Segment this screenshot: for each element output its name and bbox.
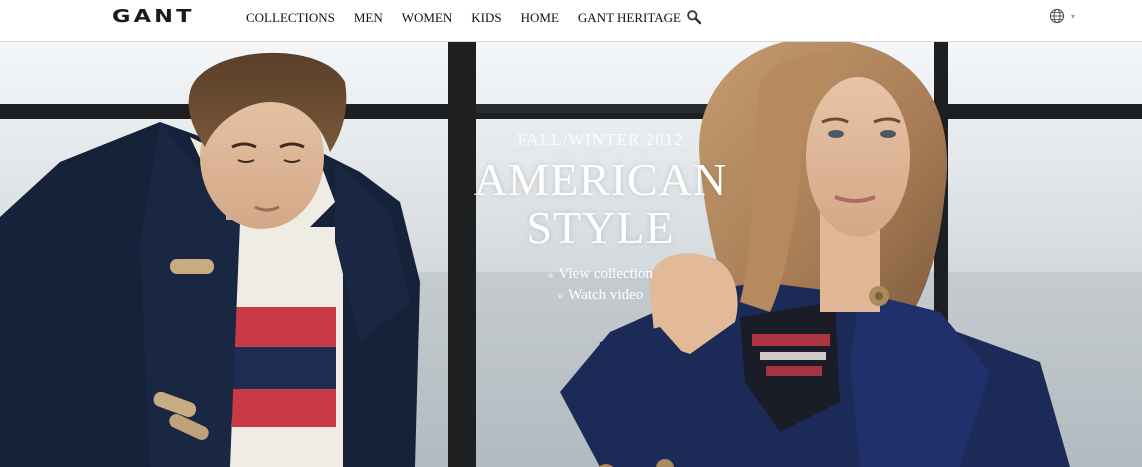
hero-links: » View collection » Watch video — [443, 264, 758, 306]
view-collection-label: View collection — [558, 266, 653, 282]
main-nav: COLLECTIONS MEN WOMEN KIDS HOME GANT HER… — [246, 10, 700, 26]
nav-home[interactable]: HOME — [521, 10, 559, 26]
chevron-right-double-icon: » — [548, 269, 554, 281]
top-header: GANT COLLECTIONS MEN WOMEN KIDS HOME GAN… — [0, 0, 1142, 42]
search-icon[interactable] — [686, 9, 702, 25]
hero-banner[interactable]: FALL/WINTER 2012 AMERICAN STYLE » View co… — [0, 42, 1142, 467]
globe-icon — [1049, 8, 1065, 24]
hero-headline-line-1: AMERICAN — [473, 154, 728, 205]
hero-kicker: FALL/WINTER 2012 — [517, 130, 684, 149]
language-selector[interactable]: ▾ — [1049, 8, 1075, 24]
hero-copy: FALL/WINTER 2012 AMERICAN STYLE » View co… — [443, 130, 758, 306]
gant-logo[interactable]: GANT — [112, 6, 195, 27]
hero-headline-line-2: STYLE — [526, 202, 675, 253]
nav-men[interactable]: MEN — [354, 10, 383, 26]
view-collection-link[interactable]: » View collection — [443, 264, 758, 285]
nav-kids[interactable]: KIDS — [471, 10, 501, 26]
chevron-right-double-icon: » — [557, 290, 564, 302]
nav-collections[interactable]: COLLECTIONS — [246, 10, 335, 26]
hero-headline: AMERICAN STYLE — [443, 156, 758, 252]
nav-gant-heritage[interactable]: GANT HERITAGE — [578, 10, 681, 26]
watch-video-label: Watch video — [568, 287, 644, 303]
watch-video-link[interactable]: » Watch video — [443, 285, 758, 306]
nav-women[interactable]: WOMEN — [402, 10, 453, 26]
chevron-down-icon: ▾ — [1071, 11, 1076, 21]
